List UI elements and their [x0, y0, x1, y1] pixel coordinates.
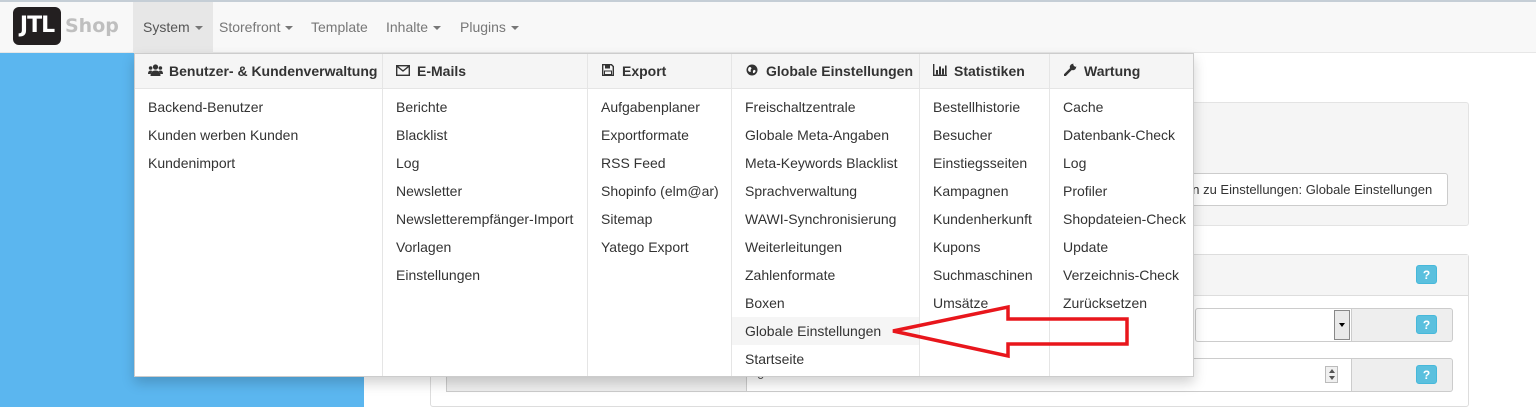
annotation-arrow-icon [892, 304, 1129, 359]
